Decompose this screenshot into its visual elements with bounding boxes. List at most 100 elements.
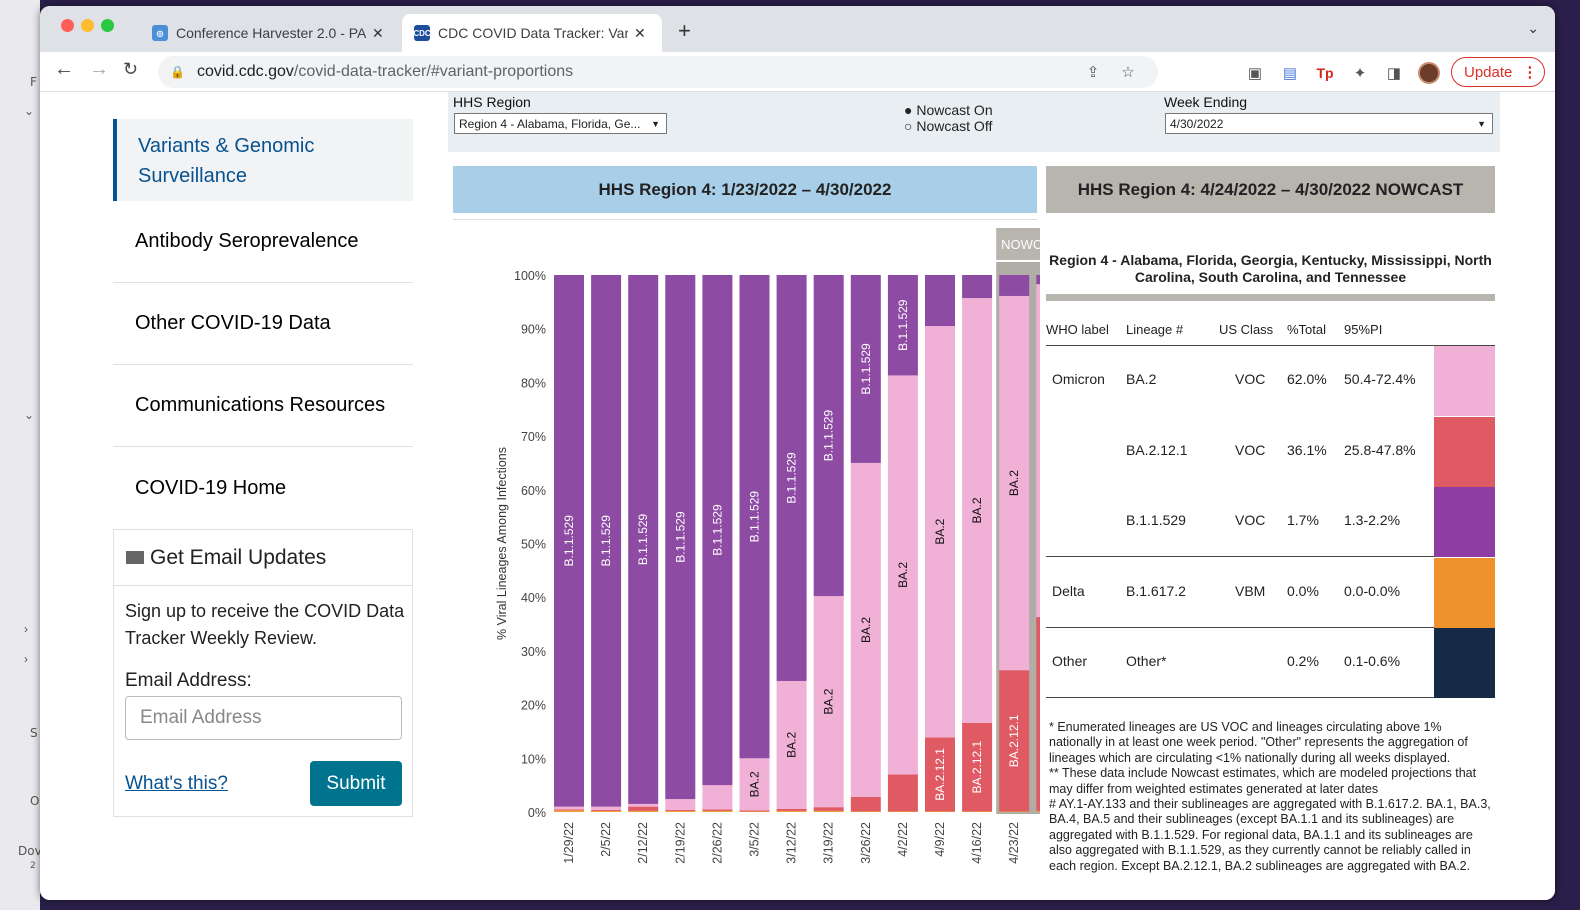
nowcast-on-radio[interactable]: ● Nowcast On bbox=[904, 102, 993, 118]
sidebar-item-communications[interactable]: Communications Resources bbox=[113, 365, 413, 447]
week-select[interactable]: 4/30/2022 ▼ bbox=[1165, 113, 1493, 134]
bar-segment bbox=[554, 809, 584, 811]
reload-button[interactable]: ↻ bbox=[123, 59, 138, 80]
bar-segment bbox=[665, 799, 696, 810]
x-tick-label: 4/23/22 bbox=[1007, 822, 1021, 864]
sidebar-item-variants[interactable]: Variants & Genomic Surveillance bbox=[113, 119, 413, 201]
sidebar-item-antibody[interactable]: Antibody Seroprevalence bbox=[113, 201, 413, 283]
bar-segment bbox=[554, 806, 584, 810]
y-axis-label: % Viral Lineages Among Infections bbox=[495, 447, 509, 640]
sidebar-item-other-data[interactable]: Other COVID-19 Data bbox=[113, 283, 413, 365]
week-value: 4/30/2022 bbox=[1170, 116, 1224, 131]
cdc-logo-icon: CDC bbox=[413, 25, 431, 41]
table-cell: VBM bbox=[1235, 582, 1266, 599]
email-label: Email Address: bbox=[125, 670, 252, 691]
close-tab-icon[interactable]: ✕ bbox=[372, 25, 384, 42]
y-tick-label: 30% bbox=[521, 645, 546, 659]
week-label: Week Ending bbox=[1164, 94, 1248, 110]
region-title: Region 4 - Alabama, Florida, Georgia, Ke… bbox=[1049, 252, 1492, 285]
bar-segment bbox=[702, 810, 733, 812]
divider bbox=[453, 219, 1037, 220]
submit-button[interactable]: Submit bbox=[310, 761, 402, 806]
bar-segment bbox=[776, 810, 807, 812]
share-icon[interactable]: ⇪ bbox=[1083, 62, 1103, 82]
table-row: Delta B.1.617.2 VBM 0.0% 0.0-0.0% bbox=[1046, 557, 1495, 628]
color-swatch bbox=[1434, 487, 1495, 557]
more-menu-icon[interactable]: ⋮ bbox=[1522, 63, 1537, 81]
puzzle-extensions-icon[interactable]: ✦ bbox=[1350, 63, 1370, 83]
bar-data-label: B.1.1.529 bbox=[636, 513, 650, 565]
tab-search-icon[interactable]: ⌄ bbox=[1527, 20, 1539, 37]
variant-stacked-bar-chart: NOWCAST 0% 10% 20% 30% 40% 50% 60% 70% 80% 90% 100%… bbox=[495, 228, 1040, 864]
url-path: /covid-data-tracker/#variant-proportions bbox=[293, 63, 574, 80]
back-button[interactable]: ← bbox=[54, 58, 74, 81]
nowcast-off-radio[interactable]: ○ Nowcast Off bbox=[904, 118, 992, 134]
color-swatch bbox=[1434, 346, 1495, 416]
y-tick-label: 80% bbox=[521, 376, 546, 390]
table-cell: Omicron bbox=[1052, 371, 1105, 387]
bar-data-label: B.1.1.529 bbox=[562, 515, 576, 567]
chevron-right-icon[interactable]: › bbox=[24, 622, 38, 636]
y-tick-label: 90% bbox=[521, 323, 546, 337]
bar-segment bbox=[925, 811, 955, 812]
document-extension-icon[interactable]: ▤ bbox=[1280, 63, 1300, 83]
extension-icon[interactable]: ▣ bbox=[1245, 63, 1265, 83]
table-cell: B.1.617.2 bbox=[1126, 582, 1186, 599]
bar-data-label: BA.2 bbox=[933, 518, 947, 544]
address-bar[interactable]: 🔒 covid.cdc.gov /covid-data-tracker/#var… bbox=[158, 56, 1158, 88]
bar-segment bbox=[591, 806, 622, 810]
browser-window: ◎ Conference Harvester 2.0 - PA ✕ CDC CD… bbox=[40, 6, 1555, 900]
bar-data-label: BA.2 bbox=[859, 617, 873, 643]
table-cell: VOC bbox=[1235, 512, 1266, 528]
table-cell: 0.0% bbox=[1287, 582, 1319, 599]
x-tick-label: 2/12/22 bbox=[636, 822, 650, 864]
region-select[interactable]: Region 4 - Alabama, Florida, Ge... ▼ bbox=[454, 113, 667, 134]
bookmark-star-icon[interactable]: ☆ bbox=[1118, 62, 1138, 82]
tab-cdc-covid[interactable]: CDC CDC COVID Data Tracker: Varia ✕ bbox=[402, 14, 662, 52]
nowcast-label: NOWCAST bbox=[1001, 237, 1040, 252]
close-tab-icon[interactable]: ✕ bbox=[634, 25, 646, 42]
desktop-label: S bbox=[30, 726, 38, 740]
table-cell: Other bbox=[1052, 653, 1088, 669]
color-swatch bbox=[1434, 557, 1495, 628]
bar-data-label: B.1.1.529 bbox=[748, 491, 762, 543]
bar-segment bbox=[962, 811, 993, 812]
x-tick-label: 3/19/22 bbox=[822, 822, 836, 864]
update-button[interactable]: Update ⋮ bbox=[1451, 57, 1545, 87]
x-tick-label: 2/5/22 bbox=[599, 822, 613, 857]
sidebar-item-covid-home[interactable]: COVID-19 Home bbox=[113, 447, 413, 529]
region-label: HHS Region bbox=[453, 94, 531, 110]
bar-segment bbox=[999, 811, 1030, 812]
tab-conference-harvester[interactable]: ◎ Conference Harvester 2.0 - PA ✕ bbox=[140, 14, 396, 52]
whats-this-link[interactable]: What's this? bbox=[125, 773, 228, 795]
bar-data-label: B.1.1.529 bbox=[599, 515, 613, 567]
chevron-down-icon[interactable]: ⌄ bbox=[24, 408, 38, 422]
nowcast-on-label: Nowcast On bbox=[916, 102, 993, 118]
profile-avatar[interactable] bbox=[1418, 62, 1440, 84]
bar-segment bbox=[628, 806, 659, 811]
email-input[interactable]: Email Address bbox=[125, 696, 402, 740]
tp-extension-icon[interactable]: Tp bbox=[1315, 63, 1335, 83]
chart-header: HHS Region 4: 1/23/2022 – 4/30/2022 bbox=[453, 166, 1037, 213]
bar-segment bbox=[591, 809, 622, 811]
x-tick-label: 4/9/22 bbox=[933, 822, 947, 857]
minimize-window-button[interactable] bbox=[81, 19, 94, 32]
forward-button[interactable]: → bbox=[89, 58, 109, 81]
x-tick-label: 2/19/22 bbox=[673, 822, 687, 864]
side-panel-icon[interactable]: ◨ bbox=[1384, 63, 1404, 83]
browser-toolbar: ← → ↻ 🔒 covid.cdc.gov /covid-data-tracke… bbox=[40, 52, 1555, 92]
table-cell: Other* bbox=[1126, 653, 1167, 669]
bar-segment bbox=[554, 810, 584, 812]
table-cell: VOC bbox=[1235, 371, 1266, 387]
table-cell: 0.1-0.6% bbox=[1344, 653, 1401, 669]
close-window-button[interactable] bbox=[61, 19, 74, 32]
page-content: Variants & Genomic Surveillance Antibody… bbox=[40, 92, 1555, 900]
chevron-down-icon[interactable]: ⌄ bbox=[24, 104, 38, 118]
bar-data-label: BA.2 bbox=[896, 562, 910, 588]
chevron-right-icon[interactable]: › bbox=[24, 652, 38, 666]
new-tab-button[interactable]: + bbox=[678, 18, 691, 44]
zoom-window-button[interactable] bbox=[101, 19, 114, 32]
bar-segment bbox=[1036, 810, 1040, 812]
color-swatch bbox=[1434, 628, 1495, 698]
y-tick-label: 40% bbox=[521, 591, 546, 605]
